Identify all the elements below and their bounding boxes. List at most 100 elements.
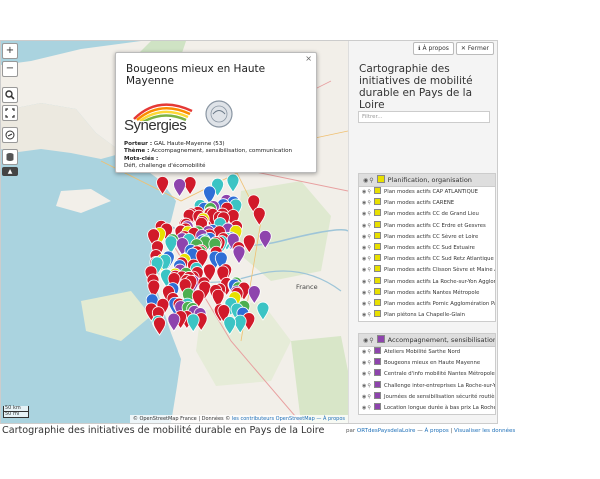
attribution-suffix[interactable]: — À propos [316,416,345,422]
layer-item[interactable]: ◉⚲ Plan modes actifs La Roche-sur-Yon Agg… [359,276,495,288]
layer-color-swatch [374,369,382,377]
zoom-icon[interactable]: ⚲ [367,349,371,355]
layer-color-swatch [374,347,382,354]
zoom-icon[interactable]: ⚲ [367,267,371,273]
map-marker[interactable] [183,176,197,196]
layer-item[interactable]: ◉⚲ Bougeons mieux en Haute Mayenne [359,358,495,369]
layer-item-label: Plan modes actifs CC Erdre et Gesvres [384,222,486,229]
layer-item[interactable]: ◉⚲ Plan piétons La Chapelle-Glain [359,310,495,321]
zoom-icon[interactable]: ⚲ [367,394,371,400]
layer-group-header[interactable]: ◉⚲ Planification, organisation [359,174,495,187]
eye-icon[interactable]: ◉ [362,245,366,251]
zoom-icon[interactable]: ⚲ [369,337,373,344]
layer-item[interactable]: ◉⚲ Plan modes actifs CC Erdre et Gesvres [359,220,495,232]
map-marker[interactable] [232,245,246,265]
eye-icon[interactable]: ◉ [362,349,366,355]
zoom-icon[interactable]: ⚲ [367,312,371,318]
zoom-icon[interactable]: ⚲ [367,301,371,307]
layer-item[interactable]: ◉⚲ Plan modes actifs CAP ATLANTIQUE [359,187,495,198]
collapse-toolbar-button[interactable]: ▲ [2,167,18,176]
footer-credits: par ORTdesPaysdelaLoire — À propos | Vis… [346,428,515,434]
layer-item[interactable]: ◉⚲ Plan modes actifs CC Sèvre et Loire [359,231,495,243]
side-panel: ℹ À propos ✕ Fermer Cartographie des ini… [348,41,497,423]
layer-item[interactable]: ◉⚲ Plan modes actifs CC Sud Retz Atlantiq… [359,254,495,265]
map-marker[interactable] [233,314,247,334]
eye-icon[interactable]: ◉ [362,371,366,377]
eye-icon[interactable]: ◉ [362,279,366,285]
zoom-in-button[interactable]: + [2,43,18,59]
footer-author-link[interactable]: ORTdesPaysdelaLoire [357,428,416,434]
motscles-label: Mots-clés : [124,155,159,162]
eye-icon[interactable]: ◉ [362,383,366,389]
map-marker[interactable] [223,316,237,336]
eye-icon[interactable]: ◉ [363,177,368,184]
eye-icon[interactable]: ◉ [362,200,366,206]
map-marker[interactable] [173,178,186,198]
about-button[interactable]: ℹ À propos [413,42,454,55]
zoom-icon[interactable]: ⚲ [367,245,371,251]
footer-data-link[interactable]: Visualiser les données [454,428,515,434]
layer-color-swatch [374,287,382,295]
layer-item[interactable]: ◉⚲ Plan modes actifs Nantes Métropole [359,287,495,299]
footer-about-link[interactable]: À propos [424,428,448,434]
eye-icon[interactable]: ◉ [362,223,366,229]
zoom-icon[interactable]: ⚲ [367,189,371,195]
zoom-icon[interactable]: ⚲ [367,279,371,285]
zoom-icon[interactable]: ⚲ [367,256,371,262]
layer-color-swatch [374,380,382,388]
popup-close-button[interactable]: × [305,54,312,63]
eye-icon[interactable]: ◉ [362,189,366,195]
layer-item[interactable]: ◉⚲ Location longue durée à bas prix La Ro… [359,402,495,414]
search-button[interactable] [2,87,18,103]
zoom-icon[interactable]: ⚲ [367,290,371,296]
fullscreen-button[interactable] [2,105,18,121]
map-marker[interactable] [258,229,272,250]
map-marker[interactable] [186,313,200,333]
map-marker[interactable] [226,173,240,193]
eye-icon[interactable]: ◉ [362,234,366,240]
eye-icon[interactable]: ◉ [362,360,366,366]
layers-data-button[interactable] [2,149,18,165]
eye-icon[interactable]: ◉ [362,394,366,400]
map-marker[interactable] [252,206,266,227]
eye-icon[interactable]: ◉ [362,301,366,307]
layer-item[interactable]: ◉⚲ Ateliers Mobilité Sarthe Nord [359,347,495,358]
zoom-icon[interactable]: ⚲ [367,405,371,411]
share-button[interactable] [2,127,18,143]
eye-icon[interactable]: ◉ [362,290,366,296]
zoom-icon[interactable]: ⚲ [367,211,371,217]
eye-icon[interactable]: ◉ [363,337,368,344]
zoom-icon[interactable]: ⚲ [367,234,371,240]
map-marker[interactable] [156,176,169,196]
map-marker[interactable] [247,285,261,305]
layer-item[interactable]: ◉⚲ Centrale d'info mobilité Nantes Métrop… [359,369,495,380]
layer-item[interactable]: ◉⚲ Plan modes actifs CC Sud Estuaire [359,242,495,254]
eye-icon[interactable]: ◉ [362,211,366,217]
close-panel-button[interactable]: ✕ Fermer [455,42,494,55]
eye-icon[interactable]: ◉ [362,405,366,411]
zoom-icon[interactable]: ⚲ [367,360,371,366]
zoom-icon[interactable]: ⚲ [367,383,371,389]
layer-item[interactable]: ◉⚲ Challenge inter-entreprises La Roche-s… [359,380,495,392]
zoom-icon[interactable]: ⚲ [369,177,373,184]
layer-item[interactable]: ◉⚲ Plan modes actifs CC de Grand Lieu [359,209,495,220]
filter-input[interactable]: Filtrer... [358,111,490,123]
map-view[interactable]: + − ▲ × Bougeons mieux en Haute Mayenne [1,41,348,423]
eye-icon[interactable]: ◉ [362,256,366,262]
eye-icon[interactable]: ◉ [362,312,366,318]
layer-color-swatch [374,298,382,306]
layer-item[interactable]: ◉⚲ Plan modes actifs Clisson Sèvre et Mai… [359,265,495,276]
attribution-link[interactable]: les contributeurs OpenStreetMap [232,416,315,422]
zoom-icon[interactable]: ⚲ [367,371,371,377]
map-marker[interactable] [167,312,181,332]
map-marker[interactable] [256,301,270,321]
eye-icon[interactable]: ◉ [362,267,366,273]
layer-item[interactable]: ◉⚲ Plan modes actifs CARENE [359,198,495,209]
layer-item[interactable]: ◉⚲ Journées de sensibilisation sécurité r… [359,391,495,403]
map-marker[interactable] [153,316,166,336]
zoom-out-button[interactable]: − [2,61,18,77]
layer-item[interactable]: ◉⚲ Plan modes actifs Pornic Agglomération… [359,298,495,310]
layer-group-header[interactable]: ◉⚲ Accompagnement, sensibilisation, [359,334,495,347]
zoom-icon[interactable]: ⚲ [367,223,371,229]
zoom-icon[interactable]: ⚲ [367,200,371,206]
